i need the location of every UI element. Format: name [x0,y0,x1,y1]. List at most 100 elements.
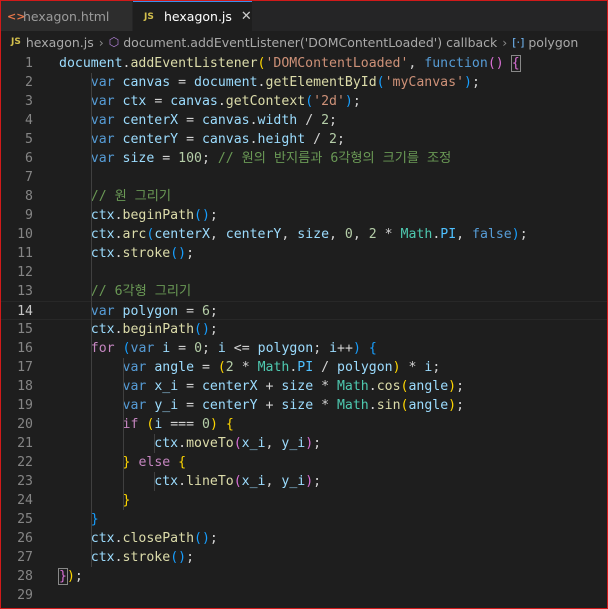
code-text: var x_i = centerX + size * Math.cos(angl… [122,379,465,394]
code-line[interactable]: 3 var ctx = canvas.getContext('2d'); [1,92,607,111]
tab-hexagon-js[interactable]: JS hexagon.js ✕ [133,1,252,31]
indent-guide [154,472,156,491]
line-number: 22 [17,455,33,470]
breadcrumb-symbol[interactable]: polygon [528,35,578,50]
code-line[interactable]: 11 ctx.stroke(); [1,244,607,263]
line-number: 27 [17,550,33,565]
code-text: // 원 그리기 [90,189,172,204]
close-icon[interactable]: ✕ [241,9,252,24]
code-text: var canvas = document.getElementById('my… [90,75,480,90]
code-line[interactable]: 16 for (var i = 0; i <= polygon; i++) { [1,339,607,358]
tab-bar: <> hexagon.html JS hexagon.js ✕ [1,1,607,31]
line-number: 15 [17,322,33,337]
code-line[interactable]: 5 var centerY = canvas.height / 2; [1,130,607,149]
code-line[interactable]: 9 ctx.beginPath(); [1,206,607,225]
code-text: ctx.beginPath(); [90,208,218,223]
js-file-icon: JS [144,11,154,22]
code-line[interactable]: 19 var y_i = centerY + size * Math.sin(a… [1,396,607,415]
line-number: 17 [17,360,33,375]
code-line[interactable]: 14 var polygon = 6; [1,301,607,320]
code-text: document.addEventListener('DOMContentLoa… [59,55,521,72]
line-number: 4 [25,113,33,128]
code-text: ctx.beginPath(); [90,322,218,337]
code-line[interactable]: 26 ctx.closePath(); [1,529,607,548]
code-line[interactable]: 18 var x_i = centerX + size * Math.cos(a… [1,377,607,396]
line-number: 10 [17,227,33,242]
line-number: 5 [25,132,33,147]
code-line[interactable]: 6 var size = 100; // 원의 반지름과 6각형의 크기를 조정 [1,149,607,168]
line-number: 9 [25,208,33,223]
line-number: 1 [25,56,33,71]
code-line[interactable]: 12 [1,263,607,282]
code-line[interactable]: 24 } [1,491,607,510]
code-line[interactable]: 17 var angle = (2 * Math.PI / polygon) *… [1,358,607,377]
code-line[interactable]: 15 ctx.beginPath(); [1,320,607,339]
line-number: 12 [17,265,33,280]
breadcrumb: JS hexagon.js › ⬡ document.addEventListe… [1,31,607,53]
line-number: 26 [17,531,33,546]
js-file-icon: JS [11,37,21,47]
line-number: 20 [17,417,33,432]
line-number: 28 [17,569,33,584]
code-line[interactable]: 2 var canvas = document.getElementById('… [1,73,607,92]
indent-guide [90,73,92,567]
code-line[interactable]: 13 // 6각형 그리기 [1,282,607,301]
variable-bracket-icon: [⋅] [512,35,525,49]
code-text: ctx.arc(centerX, centerY, size, 0, 2 * M… [90,227,528,242]
code-text: ctx.lineTo(x_i, y_i); [154,474,322,489]
line-number: 2 [25,75,33,90]
line-number: 24 [17,493,33,508]
tab-hexagon-html[interactable]: <> hexagon.html [1,1,133,31]
code-line[interactable]: 4 var centerX = canvas.width / 2; [1,111,607,130]
code-text: ctx.stroke(); [90,550,195,565]
code-line[interactable]: 28}); [1,567,607,586]
code-text: } [122,493,131,508]
method-cube-icon: ⬡ [108,35,120,49]
code-line[interactable]: 22 } else { [1,453,607,472]
code-text: var centerX = canvas.width / 2; [90,113,337,128]
indent-guide [154,434,156,453]
code-line[interactable]: 10 ctx.arc(centerX, centerY, size, 0, 2 … [1,225,607,244]
code-line[interactable]: 29 [1,586,607,605]
line-number: 7 [25,170,33,185]
html-file-icon: <> [7,9,26,23]
line-number: 3 [25,94,33,109]
tab-label: hexagon.js [164,9,232,24]
indent-guide [122,358,124,510]
line-number: 16 [17,341,33,356]
code-text: ctx.moveTo(x_i, y_i); [154,436,322,451]
chevron-right-icon: › [98,34,104,50]
code-text: var angle = (2 * Math.PI / polygon) * i; [122,360,441,375]
code-editor[interactable]: 1 document.addEventListener('DOMContentLo… [1,54,607,608]
code-line[interactable]: 27 ctx.stroke(); [1,548,607,567]
line-number: 25 [17,512,33,527]
code-text: // 6각형 그리기 [90,284,192,299]
code-text: if (i === 0) { [122,417,234,432]
line-number: 8 [25,189,33,204]
breadcrumb-callback[interactable]: document.addEventListener('DOMContentLoa… [123,35,497,50]
code-text: var centerY = canvas.height / 2; [90,132,345,147]
line-number: 11 [17,246,33,261]
code-line[interactable]: 25 } [1,510,607,529]
line-number: 13 [17,284,33,299]
code-line[interactable]: 1 document.addEventListener('DOMContentLo… [1,54,607,73]
editor-window: <> hexagon.html JS hexagon.js ✕ JS hexag… [0,0,608,609]
code-text: var y_i = centerY + size * Math.sin(angl… [122,398,465,413]
line-number: 19 [17,398,33,413]
code-text: ctx.closePath(); [90,531,218,546]
code-line[interactable]: 20 if (i === 0) { [1,415,607,434]
code-text: var polygon = 6; [90,304,218,319]
code-line[interactable]: 23 ctx.lineTo(x_i, y_i); [1,472,607,491]
code-line[interactable]: 8 // 원 그리기 [1,187,607,206]
tab-label: hexagon.html [23,8,110,24]
breadcrumb-file[interactable]: hexagon.js [26,35,94,50]
code-text: } [90,512,99,527]
line-number: 23 [17,474,33,489]
code-text: }); [58,568,83,585]
line-number: 18 [17,379,33,394]
code-line[interactable]: 21 ctx.moveTo(x_i, y_i); [1,434,607,453]
code-text: ctx.stroke(); [90,246,195,261]
code-text: for (var i = 0; i <= polygon; i++) { [90,341,377,356]
code-text: var size = 100; // 원의 반지름과 6각형의 크기를 조정 [90,151,452,166]
code-line[interactable]: 7 [1,168,607,187]
